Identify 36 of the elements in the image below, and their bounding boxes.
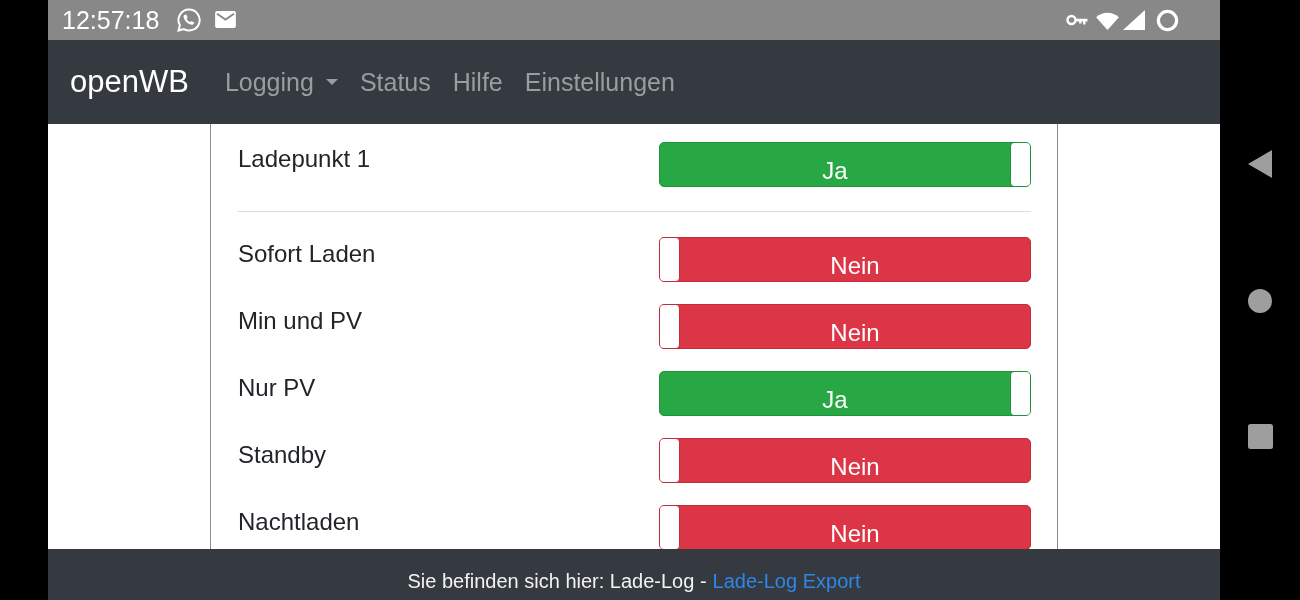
setting-label: Standby bbox=[238, 440, 328, 470]
key-icon bbox=[1066, 14, 1088, 26]
switch-handle[interactable] bbox=[660, 238, 680, 281]
signal-icon bbox=[1123, 10, 1145, 30]
envelope-icon bbox=[215, 11, 237, 28]
toggle-switch[interactable]: Nein bbox=[659, 304, 1031, 349]
clock-time: 12:57:18 bbox=[62, 5, 160, 35]
toggle-switch[interactable]: Nein bbox=[659, 505, 1031, 549]
setting-label: Sofort Laden bbox=[238, 239, 377, 269]
setting-label: Nachtladen bbox=[238, 507, 361, 537]
toggle-switch[interactable]: Nein bbox=[659, 237, 1031, 282]
phone-bubble-icon bbox=[177, 8, 202, 32]
switch-handle[interactable] bbox=[1010, 143, 1030, 186]
ring-icon bbox=[1156, 8, 1179, 32]
nav-link[interactable]: Status bbox=[359, 67, 431, 97]
switch-handle[interactable] bbox=[660, 506, 680, 549]
switch-handle[interactable] bbox=[660, 305, 680, 348]
breadcrumb-text: Sie befinden sich hier: Lade-Log - Lade-Log Export bbox=[407, 569, 861, 593]
setting-label: Min und PV bbox=[238, 306, 364, 336]
setting-label: Nur PV bbox=[238, 373, 317, 403]
nav-link[interactable]: Logging bbox=[224, 67, 338, 97]
toggle-switch[interactable]: Nein bbox=[659, 438, 1031, 483]
toggle-switch[interactable]: Ja bbox=[659, 142, 1031, 187]
back-icon[interactable] bbox=[1248, 150, 1272, 178]
toggle-switch[interactable]: Ja bbox=[659, 371, 1031, 416]
brand-link[interactable]: openWB bbox=[70, 64, 189, 100]
setting-label: Ladepunkt 1 bbox=[238, 144, 372, 174]
nav-link[interactable]: Einstellungen bbox=[524, 67, 675, 97]
caret-icon bbox=[325, 79, 338, 85]
switch-handle[interactable] bbox=[1010, 372, 1030, 415]
switch-handle[interactable] bbox=[660, 439, 680, 482]
wifi-icon bbox=[1096, 10, 1119, 30]
recent-apps-icon[interactable] bbox=[1247, 424, 1273, 449]
home-icon[interactable] bbox=[1248, 289, 1272, 313]
nav-link[interactable]: Hilfe bbox=[452, 67, 503, 97]
export-link[interactable]: Lade-Log Export bbox=[712, 570, 861, 592]
